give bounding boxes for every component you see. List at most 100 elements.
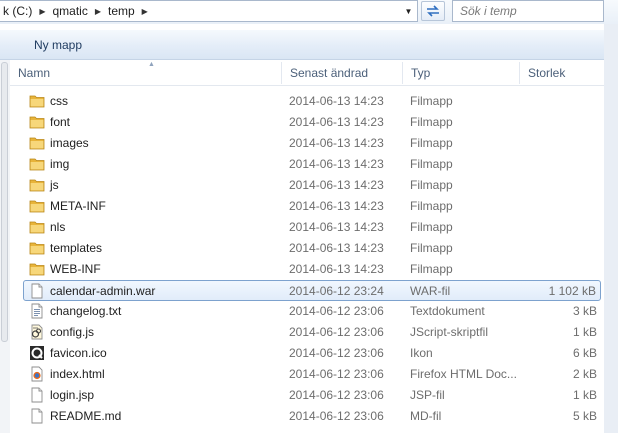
html-file-icon: [29, 366, 45, 382]
file-row[interactable]: js 2014-06-13 14:23 Filmapp: [23, 175, 601, 196]
file-list: css 2014-06-13 14:23 Filmapp font 2014-06-13…: [23, 91, 601, 427]
file-name: WEB-INF: [50, 262, 101, 276]
file-date: 2014-06-13 14:23: [289, 115, 384, 129]
file-date: 2014-06-12 23:06: [289, 325, 384, 339]
file-row[interactable]: config.js 2014-06-12 23:06 JScript-skriptf…: [23, 322, 601, 343]
file-name: templates: [50, 241, 103, 255]
refresh-icon: [427, 5, 439, 17]
new-folder-button[interactable]: Ny mapp: [34, 38, 82, 52]
folder-icon: [29, 177, 45, 193]
folder-icon: [29, 114, 45, 130]
column-header-type[interactable]: Typ: [403, 60, 519, 86]
file-name: login.jsp: [50, 388, 95, 402]
breadcrumb-arrow-icon[interactable]: ▶: [39, 7, 45, 16]
file-type: Filmapp: [410, 241, 453, 255]
file-name: index.html: [50, 367, 105, 381]
file-type: Filmapp: [410, 157, 453, 171]
file-name: images: [50, 136, 89, 150]
file-row[interactable]: templates 2014-06-13 14:23 Filmapp: [23, 238, 601, 259]
folder-icon: [29, 135, 45, 151]
file-row[interactable]: login.jsp 2014-06-12 23:06 JSP-fil 1 kB: [23, 385, 601, 406]
file-date: 2014-06-13 14:23: [289, 136, 384, 150]
file-type: MD-fil: [410, 409, 442, 423]
search-input[interactable]: Sök i temp: [452, 0, 604, 22]
column-header-date[interactable]: Senast ändrad: [282, 60, 402, 86]
blank-file-icon: [29, 387, 45, 403]
file-row[interactable]: WEB-INF 2014-06-13 14:23 Filmapp: [23, 259, 601, 280]
file-date: 2014-06-13 14:23: [289, 241, 384, 255]
nav-pane-scroll-thumb[interactable]: [1, 62, 8, 342]
file-size: 1 102 kB: [548, 284, 596, 298]
file-name: calendar-admin.war: [50, 284, 156, 298]
breadcrumb-temp[interactable]: temp ▶: [108, 4, 155, 18]
address-dropdown-icon[interactable]: ▼: [400, 1, 417, 21]
file-name: README.md: [50, 409, 122, 423]
file-type: Ikon: [410, 346, 433, 360]
text-file-icon: [29, 303, 45, 319]
file-row[interactable]: META-INF 2014-06-13 14:23 Filmapp: [23, 196, 601, 217]
folder-icon: [29, 219, 45, 235]
file-row[interactable]: index.html 2014-06-12 23:06 Firefox HTML D…: [23, 364, 601, 385]
file-type: WAR-fil: [410, 284, 451, 298]
file-date: 2014-06-12 23:06: [289, 388, 384, 402]
file-size: 5 kB: [572, 409, 597, 423]
file-date: 2014-06-13 14:23: [289, 199, 384, 213]
folder-icon: [29, 93, 45, 109]
folder-icon: [29, 261, 45, 277]
file-type: JScript-skriptfil: [410, 325, 489, 339]
folder-icon: [29, 156, 45, 172]
file-type: Filmapp: [410, 262, 453, 276]
file-type: Filmapp: [410, 178, 453, 192]
address-row: k (C:) ▶ qmatic ▶ temp ▶ ▼ Sök i temp: [0, 0, 618, 24]
file-name: js: [50, 178, 59, 192]
file-row[interactable]: favicon.ico 2014-06-12 23:06 Ikon 6 kB: [23, 343, 601, 364]
file-date: 2014-06-13 14:23: [289, 262, 384, 276]
file-size: 6 kB: [572, 346, 597, 360]
column-header-name[interactable]: Namn: [10, 60, 281, 86]
file-type: Filmapp: [410, 220, 453, 234]
breadcrumb-arrow-icon[interactable]: ▶: [95, 7, 101, 16]
file-row[interactable]: images 2014-06-13 14:23 Filmapp: [23, 133, 601, 154]
file-date: 2014-06-12 23:06: [289, 346, 384, 360]
file-name: font: [50, 115, 71, 129]
file-size: 1 kB: [572, 325, 597, 339]
file-type: Filmapp: [410, 136, 453, 150]
folder-icon: [29, 198, 45, 214]
file-name: nls: [50, 220, 66, 234]
folder-icon: [29, 240, 45, 256]
file-type: JSP-fil: [410, 388, 445, 402]
file-date: 2014-06-13 14:23: [289, 220, 384, 234]
file-name: META-INF: [50, 199, 106, 213]
file-size: 2 kB: [572, 367, 597, 381]
blank-file-icon: [29, 408, 45, 424]
explorer-window: k (C:) ▶ qmatic ▶ temp ▶ ▼ Sök i temp Ny…: [0, 0, 618, 433]
file-type: Filmapp: [410, 94, 453, 108]
file-row[interactable]: README.md 2014-06-12 23:06 MD-fil 5 kB: [23, 406, 601, 427]
breadcrumb-drive[interactable]: k (C:) ▶: [3, 4, 52, 18]
file-name: img: [50, 157, 70, 171]
breadcrumb-arrow-icon[interactable]: ▶: [142, 7, 148, 16]
nav-pane-scrollbar[interactable]: [0, 60, 10, 433]
sort-ascending-icon: ▲: [148, 61, 155, 68]
column-header-size[interactable]: Storlek: [520, 60, 604, 86]
file-row[interactable]: font 2014-06-13 14:23 Filmapp: [23, 112, 601, 133]
file-row[interactable]: css 2014-06-13 14:23 Filmapp: [23, 91, 601, 112]
refresh-button[interactable]: [421, 1, 445, 21]
script-file-icon: [29, 324, 45, 340]
file-size: 3 kB: [572, 304, 597, 318]
breadcrumb-qmatic[interactable]: qmatic ▶: [52, 4, 108, 18]
file-date: 2014-06-12 23:06: [289, 304, 384, 318]
file-type: Firefox HTML Doc...: [410, 367, 517, 381]
command-toolbar: Ny mapp: [0, 30, 604, 60]
file-row[interactable]: nls 2014-06-13 14:23 Filmapp: [23, 217, 601, 238]
file-date: 2014-06-13 14:23: [289, 178, 384, 192]
window-edge: [604, 24, 618, 433]
file-row[interactable]: calendar-admin.war 2014-06-12 23:24 WAR-fi…: [23, 280, 601, 301]
file-date: 2014-06-13 14:23: [289, 94, 384, 108]
file-type: Filmapp: [410, 115, 453, 129]
blank-file-icon: [29, 283, 45, 299]
address-bar[interactable]: k (C:) ▶ qmatic ▶ temp ▶ ▼: [0, 0, 418, 22]
file-row[interactable]: img 2014-06-13 14:23 Filmapp: [23, 154, 601, 175]
file-name: favicon.ico: [50, 346, 107, 360]
file-row[interactable]: changelog.txt 2014-06-12 23:06 Textdokumen…: [23, 301, 601, 322]
